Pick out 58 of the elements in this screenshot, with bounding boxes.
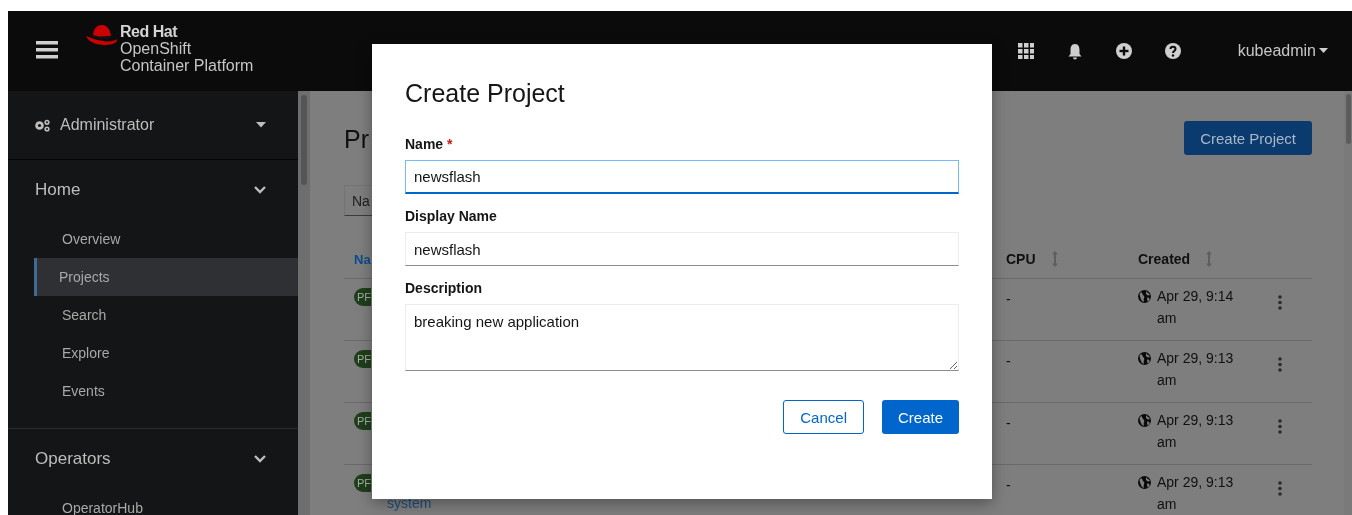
nav-item[interactable]: Events <box>34 372 298 410</box>
scrollbar-thumb[interactable] <box>301 95 307 185</box>
menu-icon[interactable] <box>36 41 58 59</box>
cpu-cell: - <box>1006 477 1011 493</box>
chevron-icon <box>254 186 266 194</box>
create-project-button[interactable]: Create Project <box>1184 121 1312 155</box>
cpu-cell: - <box>1006 415 1011 431</box>
text-input-field[interactable]: newsflash <box>405 232 959 266</box>
cancel-button[interactable]: Cancel <box>783 400 864 434</box>
column-header[interactable]: Created <box>1138 251 1191 267</box>
kebab-menu-icon[interactable] <box>1278 419 1282 434</box>
nav-item[interactable]: Projects <box>34 258 298 296</box>
help-icon[interactable] <box>1164 43 1181 59</box>
cpu-cell: - <box>1006 353 1011 369</box>
gears-icon <box>34 118 51 132</box>
field-label: Display Name <box>405 207 498 225</box>
globe-icon <box>1138 290 1151 303</box>
text-input-field[interactable]: newsflash <box>405 160 959 194</box>
app-grid-icon[interactable] <box>1017 43 1034 59</box>
kebab-menu-icon[interactable] <box>1278 481 1282 496</box>
created-date: Apr 29, 9:14 am <box>1157 287 1235 328</box>
nav-section[interactable]: Operators <box>8 429 298 489</box>
field-label: Name * <box>405 135 454 153</box>
column-header[interactable]: CPU <box>1006 251 1036 267</box>
created-date: Apr 29, 9:13 am <box>1157 411 1235 452</box>
globe-icon <box>1138 476 1151 489</box>
created-date: Apr 29, 9:13 am <box>1157 349 1235 390</box>
project-badge: PF <box>354 350 372 368</box>
notification-bell-icon[interactable] <box>1066 42 1083 60</box>
globe-icon <box>1138 352 1151 365</box>
project-badge: PF <box>354 288 372 306</box>
project-badge: PF <box>354 412 372 430</box>
create-button[interactable]: Create <box>881 400 959 434</box>
dialog-title: Create Project <box>405 78 566 108</box>
textarea-field[interactable]: breaking new application <box>405 304 959 371</box>
caret-icon <box>256 122 266 128</box>
kebab-menu-icon[interactable] <box>1278 357 1282 372</box>
nav-section[interactable]: Home <box>8 160 298 220</box>
brand-text: OpenShift <box>120 39 193 57</box>
project-badge: PF <box>354 474 372 492</box>
user-menu[interactable]: kubeadmin <box>1237 42 1328 60</box>
page-title: Pr <box>344 124 369 154</box>
caret-icon <box>1319 48 1328 54</box>
globe-icon <box>1138 414 1151 427</box>
created-date: Apr 29, 9:13 am <box>1157 473 1235 514</box>
nav-item[interactable]: Overview <box>34 220 298 258</box>
scrollbar-thumb[interactable] <box>1345 94 1351 144</box>
nav-item[interactable]: OperatorHub <box>34 489 298 515</box>
chevron-icon <box>254 455 266 463</box>
kebab-menu-icon[interactable] <box>1278 295 1282 310</box>
brand-text: Container Platform <box>120 56 254 74</box>
field-label: Description <box>405 279 483 297</box>
hat-logo-icon <box>85 23 119 48</box>
nav-item[interactable]: Explore <box>34 334 298 372</box>
add-icon[interactable] <box>1115 43 1132 59</box>
cpu-cell: - <box>1006 291 1011 307</box>
nav-item[interactable]: Search <box>34 296 298 334</box>
brand-text: Red Hat <box>120 22 179 40</box>
